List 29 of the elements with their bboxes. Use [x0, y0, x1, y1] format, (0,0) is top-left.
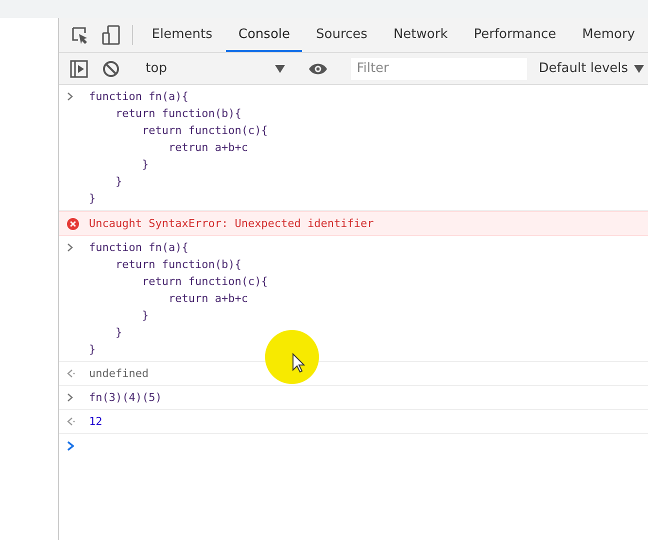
error-message: Uncaught SyntaxError: Unexpected identifier — [89, 216, 374, 232]
clear-icon — [102, 60, 120, 78]
input-chevron-icon — [67, 393, 73, 402]
cursor-highlight-drawing — [265, 330, 319, 384]
panel-tab[interactable]: Performance — [462, 18, 568, 52]
dropdown-icon — [274, 64, 285, 72]
filter-field[interactable]: Filter — [350, 58, 527, 80]
result-arrow-icon — [67, 369, 75, 378]
device-icon — [102, 25, 120, 45]
error-icon — [67, 218, 79, 230]
result-arrow-icon — [67, 417, 75, 426]
prompt-chevron-icon — [67, 440, 74, 450]
context-select[interactable]: top — [140, 56, 289, 80]
inspect-icon — [71, 26, 90, 44]
panel-tab[interactable]: Elements — [140, 18, 224, 52]
eye-icon — [308, 62, 328, 76]
result-value: 12 — [89, 414, 102, 430]
dropdown-icon — [634, 64, 644, 72]
input-chevron-icon — [67, 243, 73, 252]
code-text: function fn(a){ return function(b){ return function(c){ return a+b+c } } } — [89, 240, 268, 358]
panel-tab[interactable]: Sources — [304, 18, 380, 52]
code-text: fn(3)(4)(5) — [89, 390, 162, 406]
sidebar-icon — [70, 60, 88, 78]
result-value: undefined — [89, 366, 149, 382]
panel-tab[interactable]: Memory — [570, 18, 647, 52]
input-chevron-icon — [67, 92, 73, 101]
panel-tab[interactable]: Network — [381, 18, 460, 52]
levels-dropdown[interactable]: Default levels — [534, 61, 648, 76]
code-text: function fn(a){ return function(b){ return function(c){ retrun a+b+c } } } — [89, 89, 268, 207]
